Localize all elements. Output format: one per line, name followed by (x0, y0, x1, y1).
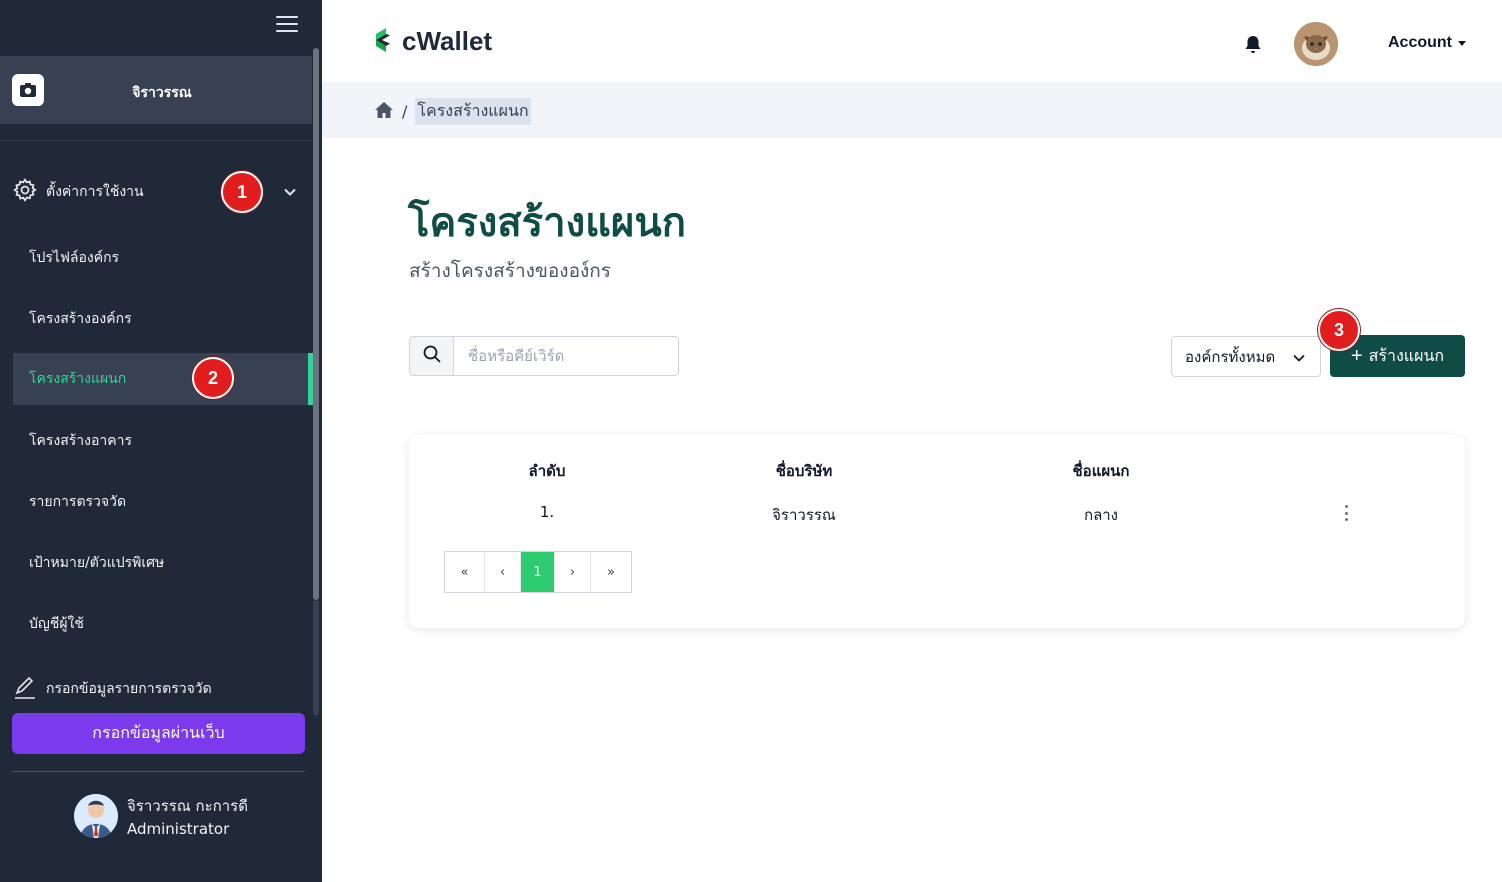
department-table-card: ลำดับ ชื่อบริษัท ชื่อแผนก 1. จิราวรรณ กล… (409, 435, 1465, 628)
step-badge-2: 2 (192, 357, 234, 399)
pagination: « ‹ 1 › » (444, 551, 632, 593)
search-group (409, 336, 679, 376)
organization-filter-value: องค์กรทั้งหมด (1185, 347, 1276, 366)
row-actions-icon[interactable] (1339, 505, 1353, 521)
sidebar-item-user-accounts[interactable]: บัญชีผู้ใช้ (13, 598, 313, 650)
sidebar-top (0, 0, 322, 56)
column-header-company: ชื่อบริษัท (775, 462, 833, 480)
user-avatar[interactable] (74, 794, 118, 838)
cwallet-logo[interactable]: cWallet (374, 26, 492, 57)
page-title: โครงสร้างแผนก (408, 200, 686, 246)
camera-icon (12, 74, 44, 106)
user-role: Administrator (127, 820, 230, 838)
sidebar-divider (0, 140, 312, 141)
web-input-button[interactable]: กรอกข้อมูลผ่านเว็บ (12, 713, 305, 754)
step-badge-1: 1 (221, 171, 263, 213)
measurement-input-section[interactable]: กรอกข้อมูลรายการตรวจวัด (12, 672, 302, 706)
caret-down-icon (1458, 40, 1466, 46)
organization-name: จิราวรรณ (132, 85, 192, 101)
pencil-icon (12, 674, 38, 704)
pagination-page-current[interactable]: 1 (521, 552, 555, 592)
settings-menu-label: ตั้งค่าการใช้งาน (46, 184, 144, 200)
page-subtitle: สร้างโครงสร้างขององ์กร (409, 260, 611, 282)
sidebar-divider-bottom (12, 771, 305, 772)
search-button[interactable] (409, 336, 454, 376)
column-header-index: ลำดับ (528, 462, 566, 480)
sidebar-item-organization-structure[interactable]: โครงสร้างองค์กร (13, 293, 313, 345)
sidebar-item-building-structure[interactable]: โครงสร้างอาคาร (13, 415, 313, 467)
sidebar-scroll-track (313, 600, 319, 716)
chevron-down-icon (1292, 351, 1306, 369)
sidebar-item-measurement-list[interactable]: รายการตรวจวัด (13, 476, 313, 528)
profile-avatar[interactable] (1294, 22, 1338, 66)
cell-department: กลาง (1083, 506, 1119, 524)
pagination-prev-button[interactable]: ‹ (485, 552, 521, 592)
cell-index: 1. (539, 503, 555, 521)
organization-filter-select[interactable]: องค์กรทั้งหมด (1171, 336, 1321, 377)
sidebar-item-targets-variables[interactable]: เป้าหมาย/ตัวแปรพิเศษ (13, 537, 313, 589)
bell-icon[interactable] (1244, 34, 1262, 58)
search-input[interactable] (454, 336, 679, 376)
chevron-down-icon[interactable] (282, 184, 298, 204)
home-icon[interactable] (374, 101, 394, 123)
user-name: จิราวรรณ กะการดี (127, 797, 248, 815)
cell-company: จิราวรรณ (772, 506, 836, 524)
hamburger-menu-icon[interactable] (276, 16, 298, 34)
pagination-next-button[interactable]: › (555, 552, 591, 592)
measurement-input-label: กรอกข้อมูลรายการตรวจวัด (46, 681, 212, 697)
pagination-first-button[interactable]: « (445, 552, 485, 592)
step-badge-3: 3 (1318, 309, 1360, 351)
breadcrumb-bar: / โครงสร้างแผนก (322, 82, 1502, 138)
breadcrumb-current: โครงสร้างแผนก (415, 98, 531, 125)
account-dropdown[interactable]: Account (1388, 34, 1466, 52)
breadcrumb: / โครงสร้างแผนก (374, 98, 531, 125)
column-header-department: ชื่อแผนก (1072, 462, 1130, 480)
account-label: Account (1388, 34, 1452, 51)
pagination-last-button[interactable]: » (591, 552, 631, 592)
breadcrumb-separator: / (402, 102, 408, 121)
logo-text: cWallet (402, 26, 493, 56)
gear-icon (12, 177, 38, 207)
plus-icon: + (1350, 344, 1363, 367)
sidebar-item-organization-profile[interactable]: โปรไฟล์องค์กร (13, 232, 313, 284)
search-icon (422, 344, 442, 368)
logo-mark-icon (374, 27, 398, 57)
create-department-label: สร้างแผนก (1368, 347, 1445, 365)
organization-header: จิราวรรณ (0, 56, 312, 124)
sidebar-item-department-structure[interactable]: โครงสร้างแผนก (13, 353, 313, 405)
sidebar-scrollbar[interactable] (313, 48, 319, 600)
top-navbar: cWallet Account (322, 0, 1502, 82)
sidebar: จิราวรรณ ตั้งค่าการใช้งาน 1 โปรไฟล์องค์ก… (0, 0, 322, 882)
